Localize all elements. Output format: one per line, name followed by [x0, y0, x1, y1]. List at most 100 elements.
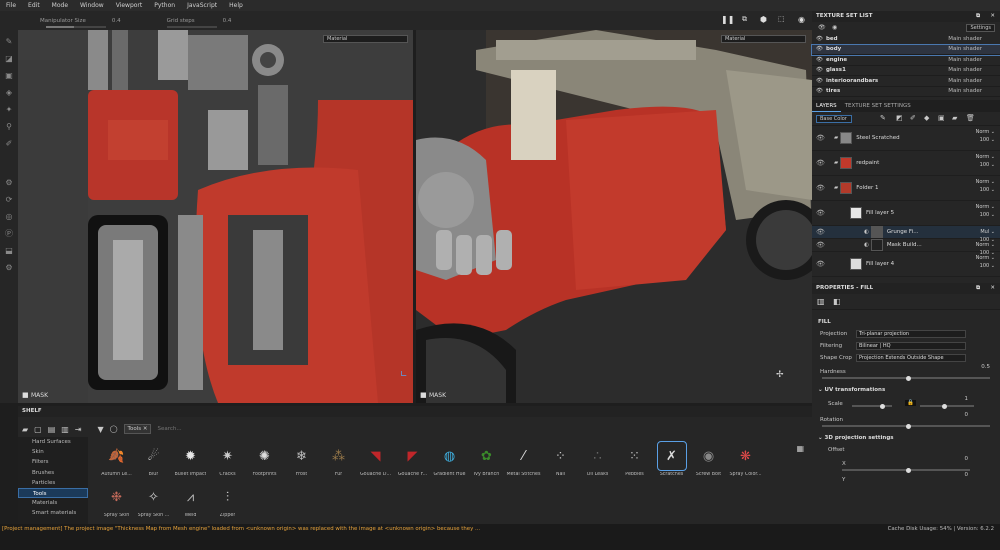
texture-set-visibility-icon[interactable]: 👁 — [816, 57, 823, 63]
add-effect-icon[interactable]: ✎ — [880, 114, 886, 122]
tab-layers[interactable]: LAYERS — [812, 100, 841, 112]
layer-opacity[interactable]: 100 — [980, 162, 990, 168]
visibility-icon[interactable]: 👁 — [818, 24, 826, 31]
texture-set-row[interactable]: 👁 body Main shader — [811, 43, 1000, 56]
grid-steps-value[interactable]: 0.4 — [223, 18, 232, 24]
undock-icon[interactable]: ⧉ — [976, 11, 980, 22]
layer-name[interactable]: Fill layer 5 — [866, 210, 894, 216]
rotation-knob[interactable] — [906, 423, 911, 429]
add-folder-icon[interactable]: ▰ — [952, 114, 957, 122]
status-message[interactable]: [Project management] The project image "… — [2, 526, 480, 532]
shelf-search-input[interactable] — [157, 426, 458, 432]
menu-python[interactable]: Python — [148, 2, 181, 9]
shelf-item[interactable]: ❉ Spray Skin — [98, 483, 135, 524]
left-viewport-channel-select[interactable]: Material — [323, 35, 408, 43]
filtering-select[interactable]: Bilinear | HQ — [856, 342, 966, 350]
clone-icon[interactable]: ⚲ — [0, 118, 18, 135]
shelf-item[interactable]: ∴ Oil Leaks — [579, 442, 616, 483]
layer-visibility-icon[interactable]: 👁 — [816, 184, 825, 192]
layer-visibility-icon[interactable]: 👁 — [816, 241, 825, 249]
texture-set-row[interactable]: 👁 tires Main shader — [812, 87, 1000, 97]
layer-blend-mode[interactable]: Norm — [976, 255, 990, 261]
view-mode-icon[interactable]: ⧉ — [742, 15, 747, 24]
layer-blend-opacity[interactable]: Norm ⌄ 100 ⌄ — [976, 254, 995, 270]
tab-texture-set-settings[interactable]: TEXTURE SET SETTINGS — [841, 100, 915, 112]
render-icon[interactable]: ◎ — [0, 208, 18, 225]
layer-blend-opacity[interactable]: Norm ⌄ 100 ⌄ — [976, 203, 995, 219]
texture-set-row[interactable]: 👁 engine Main shader — [812, 55, 1000, 66]
layer-row[interactable]: 👁 ▰ redpaint Norm ⌄ 100 ⌄ — [812, 151, 1000, 176]
rotation-value[interactable]: 0 — [965, 412, 969, 418]
properties-close-icon[interactable]: ✕ — [990, 283, 995, 294]
layer-row[interactable]: 👁 ▰ Folder 1 Norm ⌄ 100 ⌄ — [812, 176, 1000, 201]
layer-visibility-icon[interactable]: 👁 — [816, 228, 825, 236]
layer-row[interactable]: 👁 Fill layer 4 Norm ⌄ 100 ⌄ — [812, 252, 1000, 277]
channel-select[interactable]: Base Color — [816, 115, 852, 123]
filter-tag-tools[interactable]: Tools ✕ — [123, 424, 152, 434]
3d-viewport[interactable]: Material ■ MASK ✢ — [416, 30, 812, 403]
texture-set-visibility-icon[interactable]: 👁 — [816, 36, 823, 42]
layer-blend-opacity[interactable]: Norm ⌄ 100 ⌄ — [976, 153, 995, 169]
shelf-item[interactable]: ✧ Spray Skin ... — [135, 483, 172, 524]
layer-name[interactable]: Steel Scratched — [856, 135, 899, 141]
paint-brush-icon[interactable]: ✎ — [0, 33, 18, 50]
manipulator-size-slider[interactable] — [45, 25, 106, 28]
shelf-category-skin[interactable]: Skin — [18, 447, 88, 457]
texture-set-visibility-icon[interactable]: 👁 — [816, 46, 823, 52]
layer-row[interactable]: 👁 ◐ Grunge Fi... Mul ⌄ 100 ⌄ — [812, 226, 1000, 243]
shelf-item[interactable]: ✹ Bullet Impact — [172, 442, 209, 483]
offset-x-value[interactable]: 0 — [965, 456, 969, 462]
layer-name[interactable]: redpaint — [856, 160, 879, 166]
layer-blend-mode[interactable]: Norm — [976, 179, 990, 185]
shelf-item[interactable]: ◤ Gouache F... — [394, 442, 431, 483]
texture-set-visibility-icon[interactable]: 👁 — [816, 67, 823, 73]
solo-icon[interactable]: ◉ — [832, 24, 837, 31]
delete-layer-icon[interactable]: 🗑 — [966, 114, 975, 122]
shelf-category-tools[interactable]: Tools — [18, 487, 88, 499]
close-icon[interactable]: ✕ — [990, 11, 995, 22]
cube-view-icon[interactable]: ⬢ — [760, 15, 767, 24]
texture-set-shader[interactable]: Main shader — [948, 78, 982, 84]
grid-view-icon[interactable]: ▢ — [34, 425, 42, 434]
hardness-slider[interactable] — [822, 375, 990, 381]
properties-undock-icon[interactable]: ⧉ — [976, 283, 980, 294]
color-picker-icon[interactable]: ✐ — [0, 135, 18, 152]
layer-blend-mode[interactable]: Norm — [976, 129, 990, 135]
layer-row[interactable]: 👁 ◐ Mask Build... Norm ⌄ 100 ⌄ — [812, 239, 1000, 256]
shelf-item[interactable]: 🍂 Autumn Le... — [98, 442, 135, 483]
list-view-icon[interactable]: ▤ — [48, 425, 56, 434]
texture-set-row[interactable]: 👁 glass1 Main shader — [812, 66, 1000, 76]
texture-set-row[interactable]: 👁 interioorandbars Main shader — [812, 76, 1000, 87]
python-plugin-icon[interactable]: Ⓟ — [0, 225, 18, 242]
projection-icon[interactable]: ▣ — [0, 67, 18, 84]
shelf-item[interactable]: ◉ Screw Bolt — [690, 442, 727, 483]
menu-window[interactable]: Window — [74, 2, 110, 9]
texture-set-shader[interactable]: Main shader — [948, 88, 982, 94]
offset-x-slider[interactable] — [842, 467, 970, 473]
export-icon[interactable]: ⬓ — [0, 242, 18, 259]
add-paint-layer-icon[interactable]: ✐ — [910, 114, 916, 122]
shelf-category-particles[interactable]: Particles — [18, 478, 88, 488]
shelf-item[interactable]: ❄ Frost — [283, 442, 320, 483]
texture-set-shader[interactable]: Main shader — [948, 36, 982, 42]
texture-set-shader[interactable]: Main shader — [948, 57, 982, 63]
folder-icon[interactable]: ▰ — [22, 425, 28, 434]
shelf-item[interactable]: ◍ Gradient Hue — [431, 442, 468, 483]
shelf-item[interactable]: ☄ Blur — [135, 442, 172, 483]
layer-row[interactable]: 👁 Fill layer 5 Norm ⌄ 100 ⌄ — [812, 201, 1000, 226]
lock-icon[interactable]: 🔒 — [905, 400, 916, 406]
shelf-category-hard-surfaces[interactable]: Hard Surfaces — [18, 437, 88, 447]
shelf-category-filters[interactable]: Filters — [18, 457, 88, 467]
add-fill-layer-icon[interactable]: ◆ — [924, 114, 929, 122]
layer-name[interactable]: Grunge Fi... — [887, 229, 919, 235]
geometry-fill-icon[interactable]: ◈ — [0, 84, 18, 101]
hardness-slider-knob[interactable] — [906, 375, 911, 381]
shelf-category-brushes[interactable]: Brushes — [18, 468, 88, 478]
layer-opacity[interactable]: 100 — [980, 263, 990, 269]
settings-button[interactable]: Settings — [966, 24, 995, 32]
scale-knob-u[interactable] — [880, 403, 885, 409]
layer-name[interactable]: Fill layer 4 — [866, 261, 894, 267]
shelf-item[interactable]: ✗ Scratches — [653, 441, 690, 483]
shelf-item[interactable]: ◥ Gouache D... — [357, 442, 394, 483]
layer-visibility-icon[interactable]: 👁 — [816, 260, 825, 268]
